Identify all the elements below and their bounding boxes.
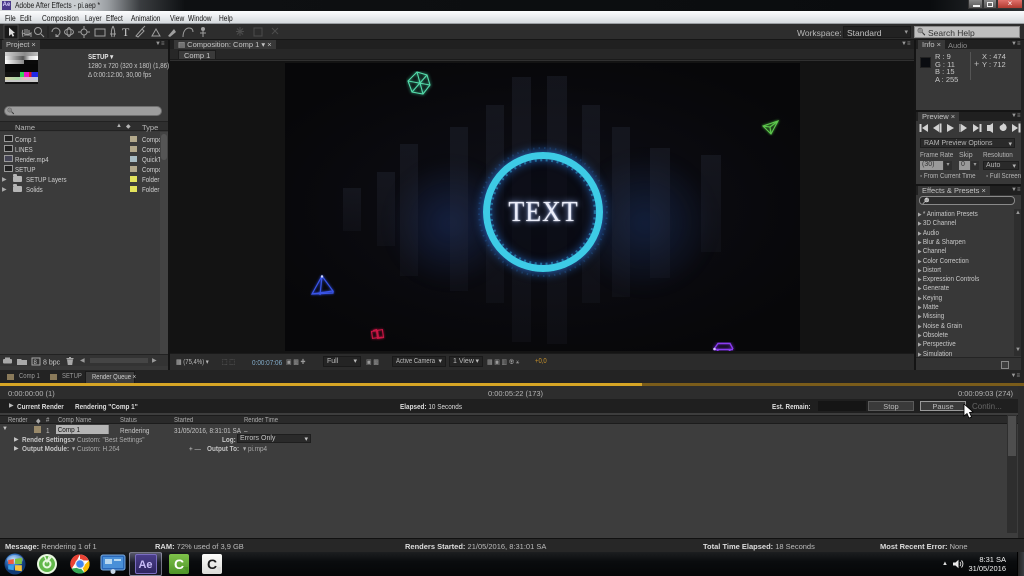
- svg-text:8 bpc: 8 bpc: [43, 360, 61, 367]
- svg-text:T: T: [122, 25, 130, 39]
